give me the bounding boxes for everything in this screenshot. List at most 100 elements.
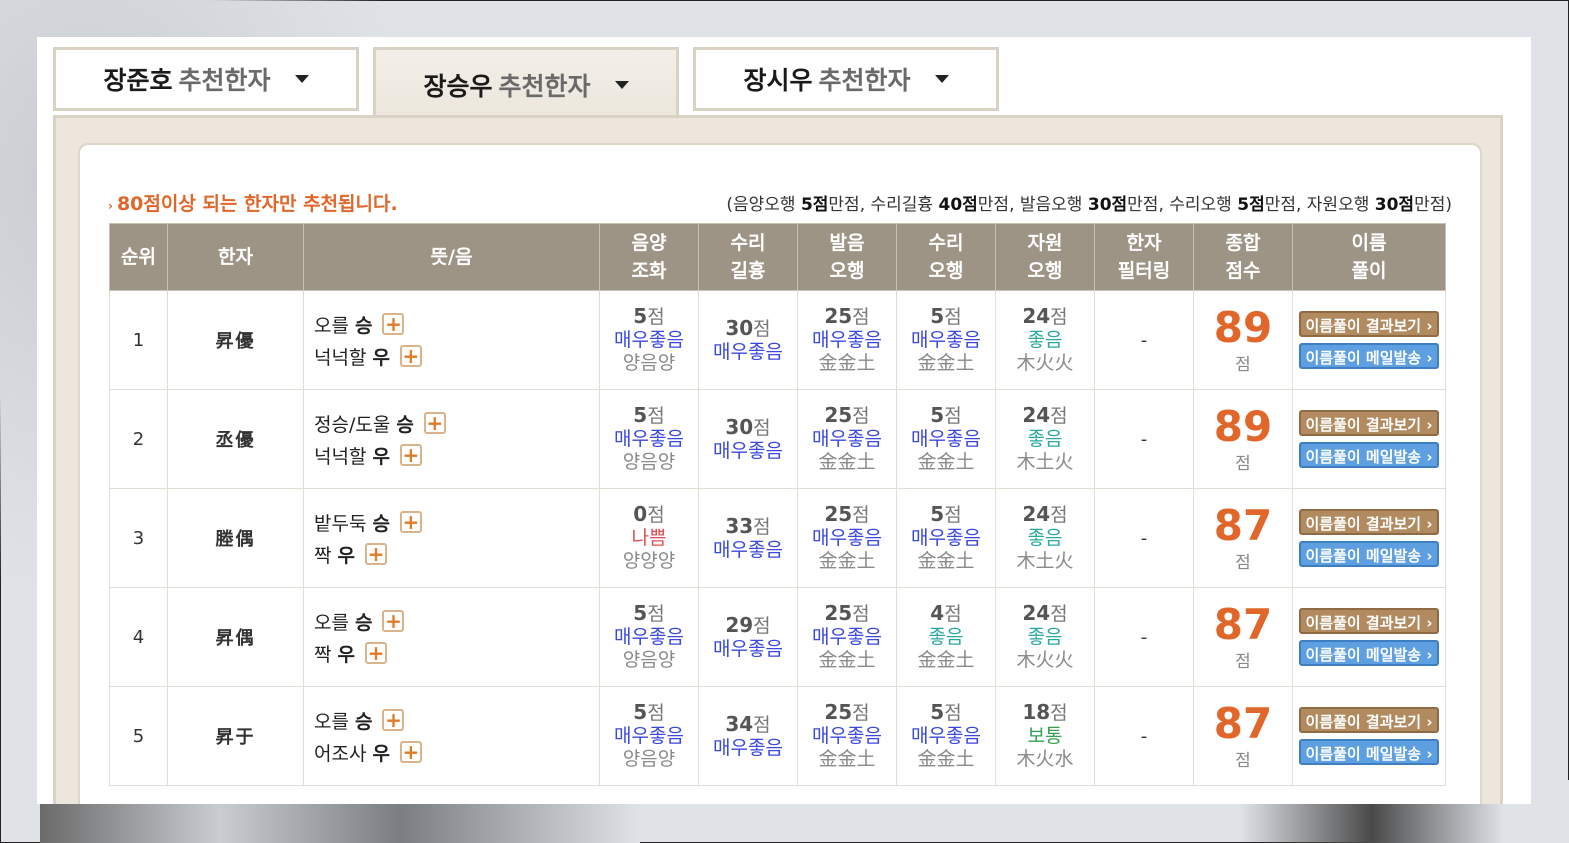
yinyang-cell: 5점 매우좋음 양음양 xyxy=(599,389,699,489)
filter-cell: - xyxy=(1094,389,1194,489)
pron-cell: 25점 매우좋음 金金土 xyxy=(797,488,897,588)
plus-icon[interactable]: + xyxy=(382,313,405,335)
hanja-cell: 昇優 xyxy=(167,290,304,390)
meaning-line: 짝우 + xyxy=(314,538,599,570)
suri-cell: 29점 매우좋음 xyxy=(698,587,798,687)
notice-text: › 80점이상 되는 한자만 추천됩니다. xyxy=(108,193,398,215)
tab-name: 장준호 xyxy=(103,66,173,95)
suri-cell: 34점 매우좋음 xyxy=(698,686,798,786)
send-mail-button[interactable]: 이름풀이 메일발송 › xyxy=(1299,640,1439,666)
send-mail-button[interactable]: 이름풀이 메일발송 › xyxy=(1299,442,1439,468)
table-row: 4 昇偶 오를 승 + 짝우 + 5점 매우좋음 양음양 29점 매우좋음 25점 xyxy=(109,587,1446,687)
meaning-line: 밭두둑 승 + xyxy=(314,506,599,538)
suri-cell: 30점 매우좋음 xyxy=(698,290,798,390)
hanja-cell: 丞優 xyxy=(167,389,304,489)
view-result-button[interactable]: 이름풀이 결과보기 › xyxy=(1299,707,1439,733)
send-mail-button[interactable]: 이름풀이 메일발송 › xyxy=(1299,739,1439,765)
recommendation-card: 장준호 추천한자 장승우 추천한자 장시우 추천한자 › 80점이상 되는 한자만… xyxy=(37,37,1531,804)
interp-cell: 이름풀이 결과보기 › 이름풀이 메일발송 › xyxy=(1292,587,1446,687)
col-interp: 이름 풀이 xyxy=(1292,223,1446,291)
tab-name-2[interactable]: 장승우 추천한자 xyxy=(373,47,679,119)
yinyang-cell: 5점 매우좋음 양음양 xyxy=(599,686,699,786)
tab-name-1[interactable]: 장준호 추천한자 xyxy=(53,47,359,111)
col-surielem: 수리 오행 xyxy=(896,223,996,291)
meaning-cell: 밭두둑 승 + 짝우 + xyxy=(303,488,600,588)
col-rank: 순위 xyxy=(109,223,168,291)
rank-cell: 1 xyxy=(109,290,168,390)
meaning-line: 어조사 우 + xyxy=(314,736,599,768)
total-cell: 89 점 xyxy=(1193,389,1293,489)
view-result-button[interactable]: 이름풀이 결과보기 › xyxy=(1299,410,1439,436)
plus-icon[interactable]: + xyxy=(399,444,422,466)
view-result-button[interactable]: 이름풀이 결과보기 › xyxy=(1299,509,1439,535)
caret-down-icon xyxy=(934,75,949,83)
pron-cell: 25점 매우좋음 金金土 xyxy=(797,389,897,489)
tab-suffix: 추천한자 xyxy=(498,71,591,101)
interp-cell: 이름풀이 결과보기 › 이름풀이 메일발송 › xyxy=(1292,290,1446,390)
plus-icon[interactable]: + xyxy=(382,610,405,632)
table-row: 3 塍偶 밭두둑승 + 짝우 + 0점 나쁨 양양양 33점 매우좋음 25점 xyxy=(109,488,1446,588)
col-pron: 발음 오행 xyxy=(797,223,897,291)
meaning-line: 정승/도울 승 + xyxy=(314,407,599,439)
bullet-arrow-icon: › xyxy=(108,199,113,213)
col-filter: 한자 필터링 xyxy=(1094,223,1194,291)
surielem-cell: 4점 좋음 金金土 xyxy=(896,587,996,687)
view-result-button[interactable]: 이름풀이 결과보기 › xyxy=(1299,608,1439,634)
results-box: › 80점이상 되는 한자만 추천됩니다. (음양오행 5점만점, 수리길흉 40… xyxy=(78,143,1482,804)
meaning-line: 넉넉할 우 + xyxy=(314,439,599,471)
pron-cell: 25점 매우좋음 金金土 xyxy=(797,587,897,687)
source-cell: 24점 좋음 木土火 xyxy=(995,389,1095,489)
meaning-cell: 오를 승 + 넉넉할 우 + xyxy=(303,290,600,390)
source-cell: 24점 좋음 木火火 xyxy=(995,290,1095,390)
pron-cell: 25점 매우좋음 金金土 xyxy=(797,686,897,786)
rank-cell: 3 xyxy=(109,488,168,588)
interp-cell: 이름풀이 결과보기 › 이름풀이 메일발송 › xyxy=(1292,389,1446,489)
tab-name-3[interactable]: 장시우 추천한자 xyxy=(693,47,999,111)
scoring-legend: (음양오행 5점만점, 수리길흉 40점만점, 발음오행 30점만점, 수리오행… xyxy=(726,195,1452,215)
plus-icon[interactable]: + xyxy=(399,511,422,533)
meaning-cell: 오를 승 + 짝우 + xyxy=(303,587,600,687)
meaning-line: 오를 승 + xyxy=(314,308,599,340)
suri-cell: 33점 매우좋음 xyxy=(698,488,798,588)
total-cell: 87 점 xyxy=(1193,686,1293,786)
table-body: 1 昇優 오를 승 + 넉넉할 우 + 5점 매우좋음 양음양 30점 매우좋음 2… xyxy=(109,290,1446,786)
tab-panel: › 80점이상 되는 한자만 추천됩니다. (음양오행 5점만점, 수리길흉 40… xyxy=(53,115,1503,804)
yinyang-cell: 5점 매우좋음 양음양 xyxy=(599,587,699,687)
plus-icon[interactable]: + xyxy=(364,543,387,565)
source-cell: 24점 좋음 木土火 xyxy=(995,488,1095,588)
plus-icon[interactable]: + xyxy=(382,709,405,731)
table-row: 2 丞優 정승/도울 승 + 넉넉할 우 + 5점 매우좋음 양음양 30점 매우좋… xyxy=(109,389,1446,489)
plus-icon[interactable]: + xyxy=(423,412,446,434)
hanja-cell: 昇偶 xyxy=(167,587,304,687)
caret-down-icon xyxy=(614,80,629,89)
suri-cell: 30점 매우좋음 xyxy=(698,389,798,489)
surielem-cell: 5점 매우좋음 金金土 xyxy=(896,686,996,786)
meaning-line: 짝우 + xyxy=(314,637,599,669)
meaning-cell: 정승/도울 승 + 넉넉할 우 + xyxy=(303,389,600,489)
plus-icon[interactable]: + xyxy=(364,642,387,664)
col-meaning: 뜻/음 xyxy=(303,223,600,291)
plus-icon[interactable]: + xyxy=(399,741,422,763)
pron-cell: 25점 매우좋음 金金土 xyxy=(797,290,897,390)
tab-suffix: 추천한자 xyxy=(818,66,911,95)
filter-cell: - xyxy=(1094,686,1194,786)
tab-name: 장승우 xyxy=(423,71,493,101)
tab-name: 장시우 xyxy=(743,66,813,95)
surielem-cell: 5점 매우좋음 金金土 xyxy=(896,488,996,588)
source-cell: 18점 보통 木火水 xyxy=(995,686,1095,786)
meaning-line: 오를 승 + xyxy=(314,704,599,736)
caret-down-icon xyxy=(294,75,309,83)
background-decoration xyxy=(40,800,640,843)
plus-icon[interactable]: + xyxy=(399,345,422,367)
col-source: 자원 오행 xyxy=(995,223,1095,291)
view-result-button[interactable]: 이름풀이 결과보기 › xyxy=(1299,311,1439,337)
rank-cell: 5 xyxy=(109,686,168,786)
interp-cell: 이름풀이 결과보기 › 이름풀이 메일발송 › xyxy=(1292,488,1446,588)
rank-cell: 4 xyxy=(109,587,168,687)
send-mail-button[interactable]: 이름풀이 메일발송 › xyxy=(1299,343,1439,369)
hanja-cell: 昇于 xyxy=(167,686,304,786)
col-suri: 수리 길흉 xyxy=(698,223,798,291)
hanja-table: 순위 한자 뜻/음 음양 조화 수리 길흉 발음 오행 수리 오행 자원 오행 한자 필터링… xyxy=(109,223,1446,786)
col-total: 종합 점수 xyxy=(1193,223,1293,291)
send-mail-button[interactable]: 이름풀이 메일발송 › xyxy=(1299,541,1439,567)
